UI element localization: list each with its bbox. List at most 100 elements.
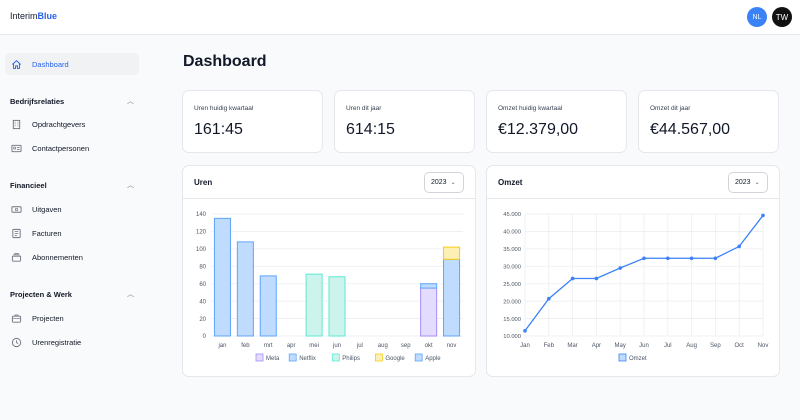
sidebar-item-projecten[interactable]: Projecten xyxy=(5,307,139,329)
legend-swatch xyxy=(288,353,297,362)
x-tick-label: nov xyxy=(447,343,457,349)
data-point xyxy=(618,266,622,270)
sidebar-item-uitgaven[interactable]: Uitgaven xyxy=(5,198,139,220)
chevron-down-icon: ⌄ xyxy=(450,180,456,186)
card-divider xyxy=(183,198,475,199)
contact-card-icon xyxy=(11,143,22,154)
sidebar-item-abonnementen[interactable]: Abonnementen xyxy=(5,246,139,268)
data-point xyxy=(642,256,646,261)
language-avatar[interactable]: NL xyxy=(747,7,767,27)
x-tick-label: Apr xyxy=(592,343,601,349)
legend-label: Google xyxy=(385,356,405,362)
bar-netflix xyxy=(420,283,438,289)
legend-label: Netflix xyxy=(299,356,316,362)
clock-icon xyxy=(11,337,22,348)
omzet-year-select[interactable]: 2023 ⌄ xyxy=(728,172,768,193)
stat-value: €12.379,00 xyxy=(498,121,579,138)
card-divider xyxy=(487,198,779,199)
legend-label: Apple xyxy=(425,356,441,362)
top-bar: InterimBlue NL TW xyxy=(0,0,800,35)
user-avatar[interactable]: TW xyxy=(772,7,792,27)
sidebar-item-label: Projecten xyxy=(32,313,64,323)
x-tick-label: jun xyxy=(332,343,341,349)
sidebar-item-label: Uitgaven xyxy=(32,204,62,214)
uren-bar-chart: 0 20 40 60 80 100 120 140 jan feb mrt apr mei jun jul a… xyxy=(196,212,463,362)
sidebar-item-label: Contactpersonen xyxy=(32,143,90,153)
x-tick-label: Jan xyxy=(520,343,530,349)
stat-label: Omzet huidig kwartaal xyxy=(498,105,563,112)
x-tick-label: aug xyxy=(378,343,388,349)
x-tick-label: Nov xyxy=(758,343,769,349)
y-tick-label: 60 xyxy=(199,282,206,288)
main-content: Dashboard Uren huidig kwartaal 161:45 Ur… xyxy=(150,36,800,420)
x-tick-label: Oct xyxy=(735,343,745,349)
logo-text-blue: Blue xyxy=(37,11,58,21)
chevron-down-icon: ⌄ xyxy=(754,180,760,186)
x-tick-label: okt xyxy=(425,343,433,349)
bar-netflix xyxy=(443,258,461,337)
stack-icon xyxy=(11,252,22,263)
stat-card-omzet-kwartaal: Omzet huidig kwartaal €12.379,00 xyxy=(486,90,627,153)
legend-swatch xyxy=(255,353,264,362)
y-tick-label: 0 xyxy=(203,334,207,340)
stat-value: €44.567,00 xyxy=(650,121,731,138)
bar-netflix xyxy=(259,275,277,337)
x-tick-label: Feb xyxy=(544,343,555,349)
chevron-up-icon[interactable]: ︿ xyxy=(127,96,134,106)
x-tick-label: apr xyxy=(287,343,296,349)
sidebar-item-label: Facturen xyxy=(32,228,62,238)
omzet-line-chart: 10.000 15.000 20.000 25.000 30.000 35.000 40.0… xyxy=(503,212,769,362)
section-title-bedrijfsrelaties: Bedrijfsrelaties xyxy=(10,97,65,106)
chevron-up-icon[interactable]: ︿ xyxy=(127,180,134,190)
bar-meta xyxy=(420,287,438,337)
y-tick-label: 15.000 xyxy=(503,317,521,323)
invoice-icon xyxy=(11,228,22,239)
y-tick-label: 45.000 xyxy=(503,212,521,218)
legend-swatch xyxy=(374,353,383,362)
data-point xyxy=(547,296,551,301)
chevron-up-icon[interactable]: ︿ xyxy=(127,289,134,299)
data-point xyxy=(761,213,765,218)
stat-label: Uren huidig kwartaal xyxy=(194,105,254,112)
sidebar-item-label: Urenregistratie xyxy=(32,337,82,347)
legend-swatch xyxy=(414,353,423,362)
logo-text-interim: Interim xyxy=(10,11,38,21)
app-logo[interactable]: InterimBlue xyxy=(10,11,57,21)
x-tick-label: sep xyxy=(401,343,411,349)
y-tick-label: 140 xyxy=(196,212,207,218)
sidebar-item-facturen[interactable]: Facturen xyxy=(5,222,139,244)
building-icon xyxy=(11,119,22,130)
sidebar-item-urenregistratie[interactable]: Urenregistratie xyxy=(5,331,139,353)
chart-card-title: Uren xyxy=(194,178,213,187)
omzet-chart-card: Omzet 2023 ⌄ 10.000 15.000 20.000 25.000 30.… xyxy=(486,165,780,377)
x-tick-label: feb xyxy=(241,343,250,349)
x-tick-label: jul xyxy=(356,343,363,349)
legend-label: Philips xyxy=(342,356,360,362)
x-tick-label: Jul xyxy=(664,343,672,349)
sidebar-item-label: Abonnementen xyxy=(32,252,83,262)
y-tick-label: 25.000 xyxy=(503,282,521,288)
sidebar: Dashboard Bedrijfsrelaties ︿ Opdrachtgev… xyxy=(0,36,150,420)
y-tick-label: 40.000 xyxy=(503,230,521,236)
x-tick-label: Aug xyxy=(686,343,697,349)
y-tick-label: 20.000 xyxy=(503,299,521,305)
y-tick-label: 80 xyxy=(199,264,206,270)
uren-year-select[interactable]: 2023 ⌄ xyxy=(424,172,464,193)
data-point xyxy=(689,256,694,261)
x-tick-label: May xyxy=(615,343,626,349)
sidebar-item-label: Opdrachtgevers xyxy=(32,119,86,129)
home-icon xyxy=(11,59,22,70)
stat-card-uren-kwartaal: Uren huidig kwartaal 161:45 xyxy=(182,90,323,153)
stat-card-uren-jaar: Uren dit jaar 614:15 xyxy=(334,90,475,153)
bar-philips xyxy=(328,276,346,337)
bar-netflix xyxy=(213,217,231,337)
sidebar-item-dashboard[interactable]: Dashboard xyxy=(5,53,139,75)
stat-label: Uren dit jaar xyxy=(346,105,382,112)
legend-swatch xyxy=(331,353,340,362)
x-tick-label: jan xyxy=(217,343,226,349)
bar-netflix xyxy=(236,241,254,337)
data-point xyxy=(523,328,527,333)
y-tick-label: 10.000 xyxy=(503,334,521,340)
sidebar-item-contactpersonen[interactable]: Contactpersonen xyxy=(5,137,139,159)
sidebar-item-opdrachtgevers[interactable]: Opdrachtgevers xyxy=(5,113,139,135)
